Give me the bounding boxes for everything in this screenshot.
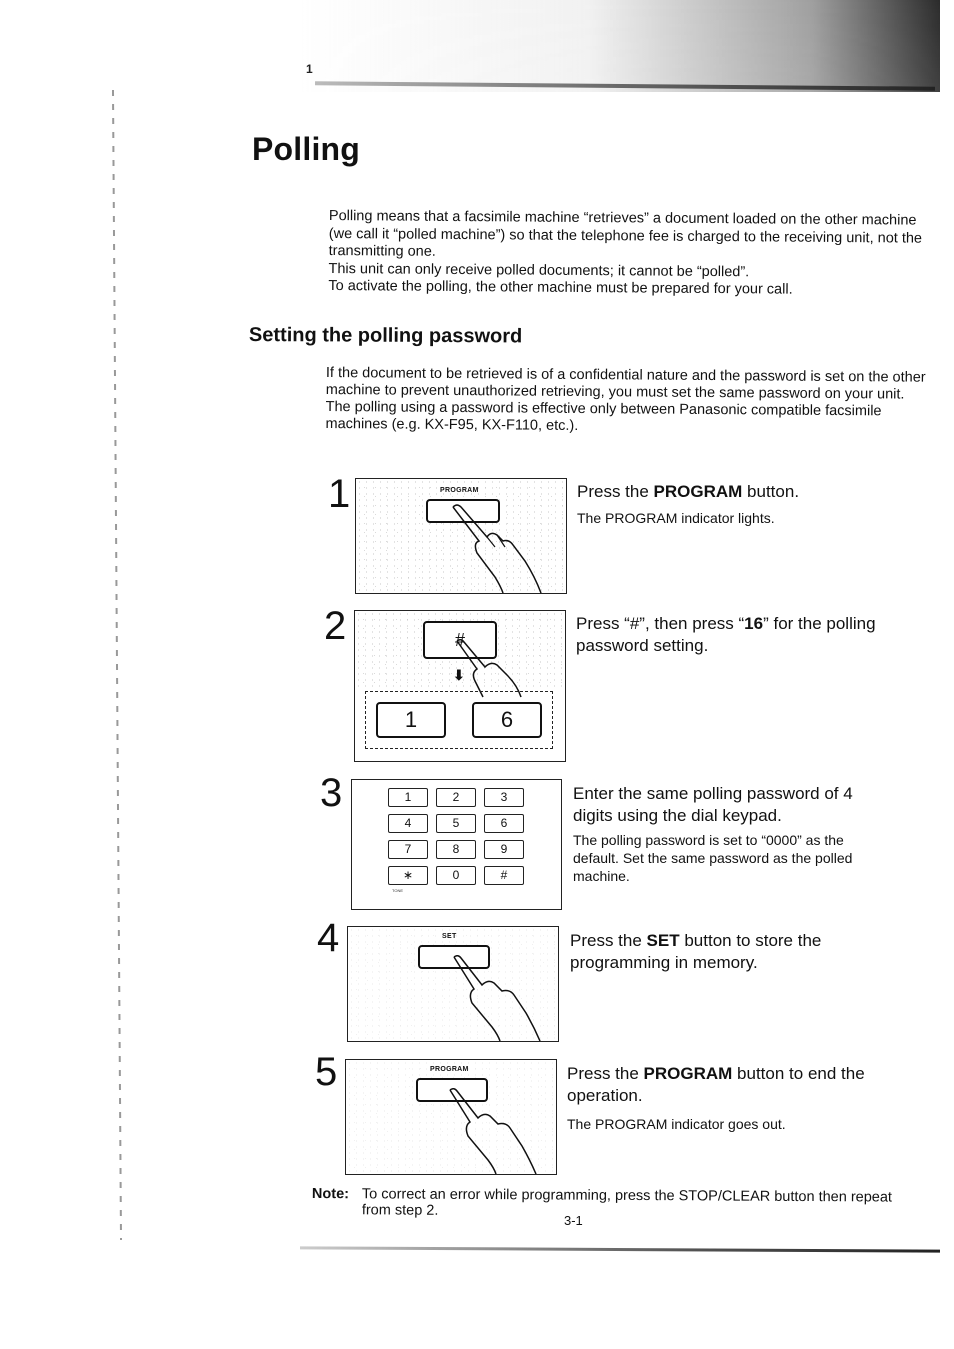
step-3-figure: 1 2 3 4 5 6 7 8 9 ∗ 0 # TONE: [351, 779, 562, 910]
keypad-key: 0: [436, 866, 476, 885]
scan-shading-top: [300, 0, 940, 92]
step-instruction: Press the PROGRAM button to end the oper…: [567, 1063, 907, 1107]
step-detail: The PROGRAM indicator goes out.: [567, 1116, 786, 1132]
step-1-text: Press the PROGRAM button. The PROGRAM in…: [577, 481, 897, 527]
step-instruction: Enter the same polling password of 4 dig…: [573, 784, 853, 825]
step-instruction: Press the SET button to store the progra…: [570, 930, 890, 974]
keypad-key: 7: [388, 840, 428, 859]
pointing-hand-icon: [453, 955, 541, 1041]
key-sequence-box: 1 6: [365, 691, 553, 749]
footer-rule: [299, 1246, 941, 1253]
intro-text: Polling means that a facsimile machine “…: [328, 208, 929, 300]
keypad-key: 2: [436, 788, 476, 807]
pointing-hand-icon: [452, 504, 542, 593]
step-1-figure: PROGRAM: [355, 478, 567, 594]
keypad-key: 4: [388, 814, 428, 833]
instruction-key: PROGRAM: [653, 482, 743, 501]
keypad-key: 3: [484, 788, 524, 807]
step-5-figure: PROGRAM: [345, 1059, 557, 1175]
step-number: 5: [315, 1050, 338, 1094]
step-instruction: Press the PROGRAM button.: [577, 481, 897, 503]
step-number: 3: [320, 771, 343, 815]
note-text: To correct an error while programming, p…: [361, 1186, 893, 1219]
intro-paragraph: To activate the polling, the other machi…: [328, 277, 793, 298]
keypad-key: 5: [436, 814, 476, 833]
keypad-key: 6: [484, 814, 524, 833]
section-body: If the document to be retrieved is of a …: [325, 365, 926, 438]
instruction-key: PROGRAM: [643, 1064, 733, 1083]
instruction-text: button.: [742, 482, 800, 501]
keypad-key: #: [484, 866, 524, 885]
keypad-key: 1: [388, 788, 428, 807]
instruction-text: Press the: [567, 1064, 644, 1083]
step-2-figure: # ⬇ 1 6: [354, 610, 566, 762]
instruction-text: Press the: [577, 482, 654, 501]
section-paragraph: The polling using a password is effectiv…: [325, 398, 882, 434]
step-5-text: Press the PROGRAM button to end the oper…: [567, 1063, 907, 1133]
step-4-text: Press the SET button to store the progra…: [570, 930, 890, 974]
pointing-hand-icon: [449, 1088, 537, 1174]
step-instruction: Press “#”, then press “16” for the polli…: [576, 613, 876, 657]
pointing-hand-icon: [456, 639, 522, 698]
arrow-down-icon: ⬇: [453, 667, 465, 683]
tone-label: TONE: [392, 888, 404, 893]
keypad-key: 8: [436, 840, 476, 859]
step-4-figure: SET: [347, 926, 559, 1042]
instruction-key: SET: [646, 931, 680, 950]
keypad-key: 9: [484, 840, 524, 859]
step-2-text: Press “#”, then press “16” for the polli…: [576, 613, 876, 657]
page-title: Polling: [252, 131, 361, 167]
page-edge-shadow: [111, 90, 123, 1240]
instruction-key: 16: [744, 614, 764, 633]
program-label: PROGRAM: [430, 1066, 469, 1073]
note-label: Note:: [311, 1186, 350, 1203]
instruction-text: Press “#”, then press “: [576, 614, 745, 633]
program-label: PROGRAM: [440, 487, 479, 494]
dial-keypad: 1 2 3 4 5 6 7 8 9 ∗ 0 #: [388, 788, 524, 885]
step-detail: The PROGRAM indicator lights.: [577, 510, 775, 526]
set-label: SET: [442, 933, 457, 940]
step-number: 4: [317, 916, 340, 960]
step-number: 1: [328, 472, 351, 516]
step-number: 2: [324, 604, 347, 648]
key-1: 1: [376, 702, 446, 738]
page-number: 3-1: [564, 1213, 583, 1228]
corner-mark: 1: [306, 62, 313, 76]
section-paragraph: If the document to be retrieved is of a …: [325, 365, 926, 403]
keypad-key: ∗: [388, 866, 428, 885]
note: Note: To correct an error while programm…: [312, 1186, 912, 1222]
key-6: 6: [472, 702, 542, 738]
instruction-text: Press the: [570, 931, 647, 950]
step-3-text: Enter the same polling password of 4 dig…: [573, 783, 893, 885]
intro-paragraph: Polling means that a facsimile machine “…: [328, 208, 923, 260]
section-title: Setting the polling password: [248, 324, 523, 348]
step-detail: The polling password is set to “0000” as…: [573, 832, 853, 884]
